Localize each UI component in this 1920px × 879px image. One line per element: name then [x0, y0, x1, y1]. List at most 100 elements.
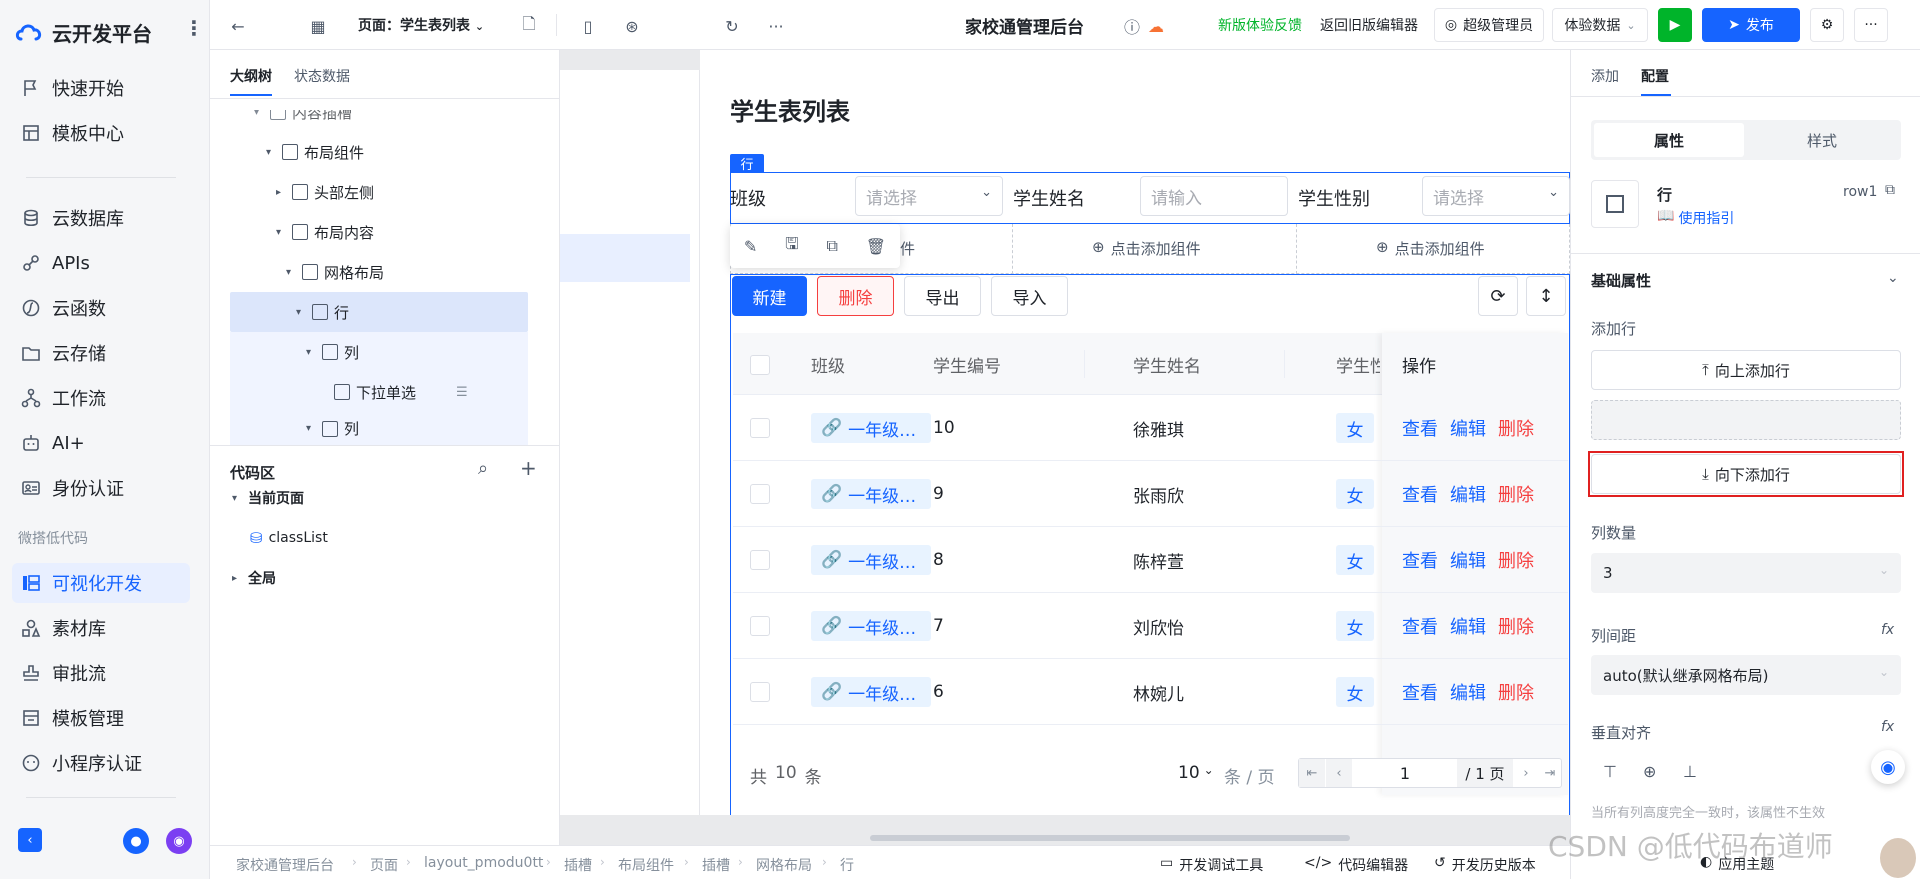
copy-icon[interactable]: ⧉	[1885, 182, 1895, 198]
edit-link[interactable]: 编辑	[1450, 679, 1486, 705]
sidebar-item-visual-dev[interactable]: 可视化开发	[12, 563, 190, 603]
sidebar-item-functions[interactable]: 云函数	[12, 288, 190, 328]
sidebar-item-apis[interactable]: APIs	[12, 243, 190, 283]
history-tool[interactable]: ↺ 开发历史版本	[1434, 855, 1536, 875]
breadcrumb-item[interactable]: 行	[840, 855, 854, 875]
row-checkbox[interactable]	[750, 418, 770, 438]
delete-link[interactable]: 删除	[1498, 613, 1534, 639]
back-arrow-icon[interactable]: ←	[224, 12, 252, 40]
delete-link[interactable]: 删除	[1498, 481, 1534, 507]
add-row-above-button[interactable]: ⤒ 向上添加行	[1591, 350, 1901, 390]
copy-icon[interactable]: ⧉	[827, 236, 838, 256]
row-checkbox[interactable]	[750, 682, 770, 702]
data-mode-select[interactable]: 体验数据 ⌄	[1552, 8, 1648, 42]
class-tag[interactable]: 🔗 一年级…	[811, 545, 931, 575]
save-icon[interactable]: 🖫	[785, 233, 799, 260]
delete-button[interactable]: 删除	[817, 276, 894, 316]
feedback-link[interactable]: 新版体验反馈	[1218, 15, 1302, 35]
sidebar-item-assets[interactable]: 素材库	[12, 608, 190, 648]
prev-page-icon[interactable]: ‹	[1326, 759, 1352, 787]
name-input[interactable]: 请输入	[1140, 176, 1288, 216]
tab-outline[interactable]: 大纲树	[230, 66, 272, 96]
column-header-class[interactable]: 班级	[811, 333, 845, 395]
align-bottom-icon[interactable]: ⊥	[1683, 762, 1697, 781]
table-row[interactable]: 🔗 一年级… 9 张雨欣 女 查看 编辑 删除	[733, 461, 1568, 527]
tree-node-row[interactable]: ▾ 行	[296, 292, 349, 332]
sidebar-item-storage[interactable]: 云存储	[12, 333, 190, 373]
table-row[interactable]: 🔗 一年级… 10 徐雅琪 女 查看 编辑 删除	[733, 395, 1568, 461]
edit-icon[interactable]: ✎	[744, 237, 757, 256]
density-button[interactable]: ↕	[1526, 276, 1566, 316]
run-preview-button[interactable]: ▶	[1658, 8, 1692, 42]
sidebar-item-quickstart[interactable]: 快速开始	[12, 68, 190, 108]
assistant-icon[interactable]: ◉	[166, 828, 192, 854]
import-button[interactable]: 导入	[991, 276, 1068, 316]
align-top-icon[interactable]: ⊤	[1603, 762, 1617, 781]
sidebar-item-ai[interactable]: AI+	[12, 423, 190, 463]
row-checkbox[interactable]	[750, 484, 770, 504]
current-page-input[interactable]: 1	[1355, 759, 1455, 787]
delete-link[interactable]: 删除	[1498, 547, 1534, 573]
column-gap-select[interactable]: auto(默认继承网格布局) ⌄	[1591, 655, 1901, 695]
seg-properties[interactable]: 属性	[1594, 123, 1744, 157]
tab-state-data[interactable]: 状态数据	[294, 66, 350, 86]
more-menu-button[interactable]: ···	[1854, 8, 1888, 42]
miniapp-icon[interactable]: ⊛	[618, 12, 646, 40]
tree-node-current-page[interactable]: ▾ 当前页面	[232, 478, 304, 518]
select-all-checkbox[interactable]	[750, 355, 770, 375]
table-row[interactable]: 🔗 一年级… 6 林婉儿 女 查看 编辑 删除	[733, 659, 1568, 725]
tab-config[interactable]: 配置	[1641, 66, 1669, 86]
breadcrumb-item[interactable]: layout_pmodu0tt	[424, 855, 543, 871]
page-size-select[interactable]: 10 ⌄	[1178, 763, 1214, 783]
add-icon[interactable]: +	[520, 456, 537, 480]
tree-node-grid[interactable]: ▾ 网格布局	[286, 252, 384, 292]
fx-icon[interactable]: fx	[1881, 622, 1894, 638]
refresh-button[interactable]: ⟳	[1478, 276, 1518, 316]
row-checkbox[interactable]	[750, 616, 770, 636]
sidebar-item-templates[interactable]: 模板中心	[12, 113, 190, 153]
breadcrumb-item[interactable]: 页面	[370, 855, 398, 875]
edit-link[interactable]: 编辑	[1450, 613, 1486, 639]
brand[interactable]: 云开发平台 ⋮	[14, 14, 204, 50]
usage-guide-link[interactable]: 📖 使用指引	[1657, 208, 1734, 228]
publish-button[interactable]: ➤ 发布	[1702, 8, 1800, 42]
tree-node-column[interactable]: ▾ 列	[306, 412, 359, 445]
tree-node-column[interactable]: ▾ 列	[306, 332, 359, 372]
sidebar-item-auth[interactable]: 身份认证	[12, 468, 190, 508]
scrollbar-thumb[interactable]	[870, 835, 1350, 841]
tree-node-header-left[interactable]: ▸ 头部左侧	[276, 172, 374, 212]
tree-node-global[interactable]: ▸ 全局	[232, 558, 276, 598]
code-editor-tool[interactable]: </> 代码编辑器	[1304, 855, 1408, 875]
view-link[interactable]: 查看	[1402, 613, 1438, 639]
collapse-icon[interactable]: ‹	[18, 828, 42, 852]
refresh-icon[interactable]: ↻	[718, 12, 746, 40]
align-middle-icon[interactable]: ⊕	[1643, 762, 1656, 781]
page-selector[interactable]: 页面：学生表列表 ⌄	[358, 15, 484, 35]
admin-button[interactable]: ◎ 超级管理员	[1434, 8, 1544, 42]
dev-debug-tool[interactable]: ▭ 开发调试工具	[1160, 855, 1263, 875]
add-component-slot-2[interactable]: ⊕ 点击添加组件	[1092, 238, 1201, 259]
column-header-student-name[interactable]: 学生姓名	[1133, 333, 1201, 395]
class-tag[interactable]: 🔗 一年级…	[811, 413, 931, 443]
tab-add[interactable]: 添加	[1591, 66, 1619, 86]
table-row[interactable]: 🔗 一年级… 7 刘欣怡 女 查看 编辑 删除	[733, 593, 1568, 659]
user-icon[interactable]: ●	[123, 828, 149, 854]
new-button[interactable]: 新建	[732, 276, 807, 316]
mobile-icon[interactable]: ▯	[574, 12, 602, 40]
add-component-slot-3[interactable]: ⊕ 点击添加组件	[1376, 238, 1485, 259]
breadcrumb-item[interactable]: 家校通管理后台	[236, 855, 334, 875]
view-link[interactable]: 查看	[1402, 481, 1438, 507]
sidebar-item-workflow[interactable]: 工作流	[12, 378, 190, 418]
view-link[interactable]: 查看	[1402, 547, 1438, 573]
gender-select[interactable]: 请选择 ⌄	[1422, 176, 1570, 216]
layout-view-icon[interactable]: ▦	[304, 12, 332, 40]
row-checkbox[interactable]	[750, 550, 770, 570]
edit-link[interactable]: 编辑	[1450, 547, 1486, 573]
view-link[interactable]: 查看	[1402, 415, 1438, 441]
tree-node-dropdown[interactable]: 下拉单选 ☰	[334, 372, 468, 412]
view-link[interactable]: 查看	[1402, 679, 1438, 705]
tree-node-layout-content[interactable]: ▾ 布局内容	[276, 212, 374, 252]
column-header-gender[interactable]: 学生性	[1336, 333, 1380, 395]
table-row[interactable]: 🔗 一年级… 8 陈梓萱 女 查看 编辑 删除	[733, 527, 1568, 593]
edit-link[interactable]: 编辑	[1450, 415, 1486, 441]
